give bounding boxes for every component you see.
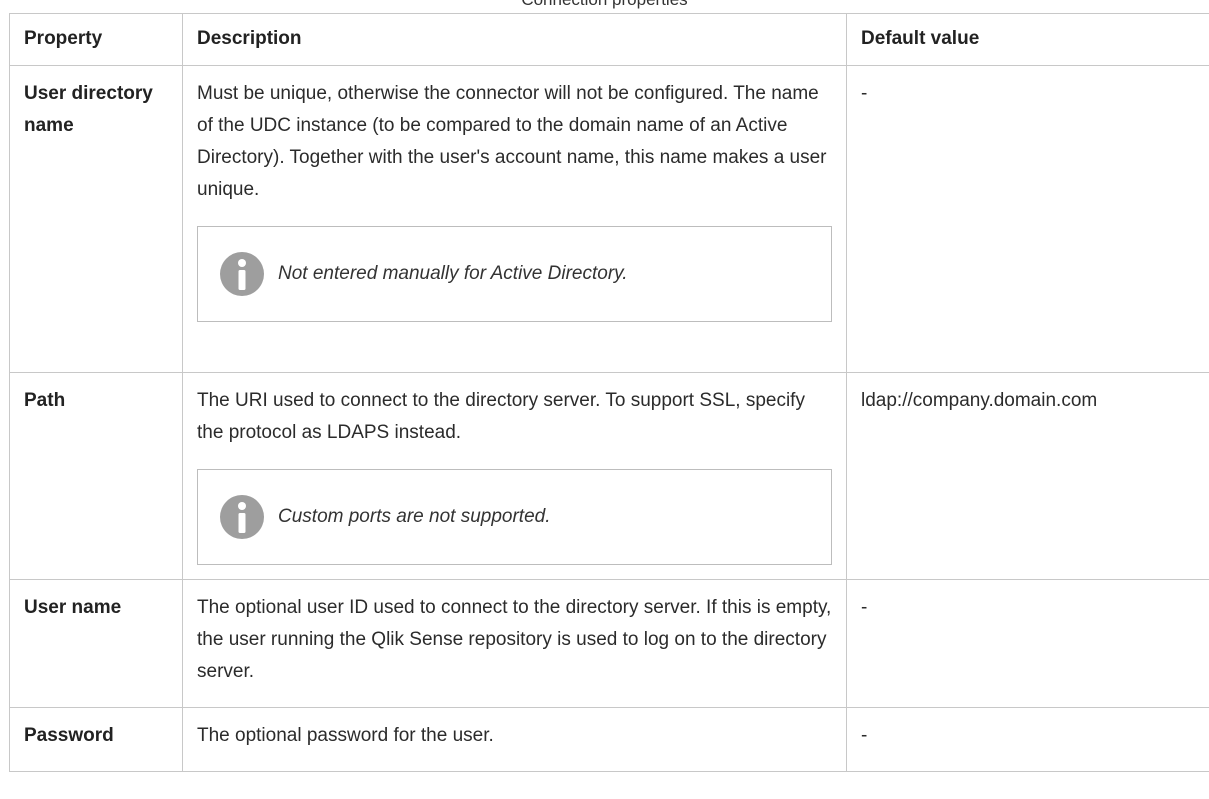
property-default-value: - [846, 707, 1209, 772]
info-icon [220, 252, 264, 296]
header-property: Property [9, 13, 183, 66]
property-name: Path [9, 372, 183, 580]
property-default-value: - [846, 65, 1209, 373]
table-row: Path The URI used to connect to the dire… [9, 372, 1209, 580]
property-default-value: - [846, 579, 1209, 708]
header-default-value: Default value [846, 13, 1209, 66]
property-name: Password [9, 707, 183, 772]
property-description: The optional user ID used to connect to … [182, 579, 847, 708]
connection-properties-table: Property Description Default value User … [9, 13, 1209, 772]
property-description: The optional password for the user. [182, 707, 847, 772]
table-row: User name The optional user ID used to c… [9, 579, 1209, 708]
header-description: Description [182, 13, 847, 66]
table-row: Password The optional password for the u… [9, 707, 1209, 772]
property-description-cell: The URI used to connect to the directory… [182, 372, 847, 580]
info-icon [220, 495, 264, 539]
property-name: User directory name [9, 65, 183, 373]
table-row: User directory name Must be unique, othe… [9, 65, 1209, 373]
property-description-cell: Must be unique, otherwise the connector … [182, 65, 847, 373]
table-caption: Connection properties [0, 0, 1209, 10]
note-box: Custom ports are not supported. [197, 469, 832, 565]
note-box: Not entered manually for Active Director… [197, 226, 832, 322]
property-description: Must be unique, otherwise the connector … [197, 83, 827, 200]
property-default-value: ldap://company.domain.com [846, 372, 1209, 580]
property-name: User name [9, 579, 183, 708]
table-header-row: Property Description Default value [9, 13, 1209, 66]
property-description: The URI used to connect to the directory… [197, 390, 805, 443]
note-text: Not entered manually for Active Director… [278, 263, 628, 284]
note-text: Custom ports are not supported. [278, 506, 551, 527]
